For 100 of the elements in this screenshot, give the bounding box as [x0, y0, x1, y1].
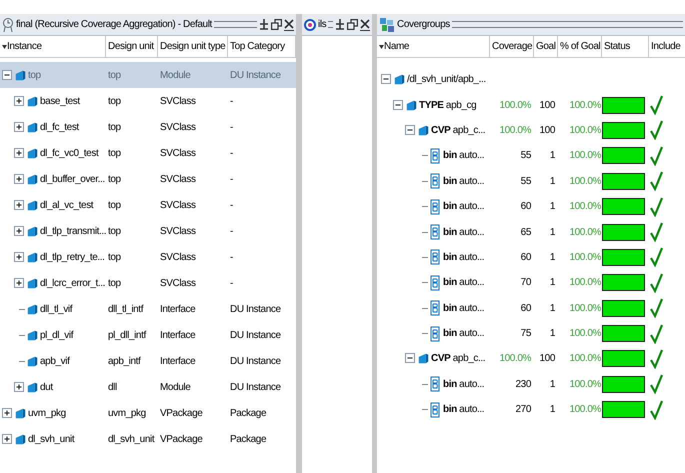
table-cell-text: 230 — [514, 378, 532, 392]
item-name: TYPE apb_cg — [419, 98, 476, 113]
column-header[interactable]: Status — [602, 36, 649, 57]
table-cell-text: - — [229, 198, 234, 212]
tree-row[interactable]: dl_fc_test top SVClass - — [0, 114, 296, 140]
table-cell-text: - — [229, 94, 234, 108]
column-header[interactable]: Design unit type — [158, 36, 228, 57]
instance-name: uvm_pkg — [28, 406, 66, 420]
item-name: bin auto... — [443, 226, 484, 240]
item-name: CVP apb_c... — [431, 124, 486, 138]
table-cell-text: DU Instance — [229, 302, 282, 316]
tree-row[interactable]: dl_buffer_over... top SVClass - — [0, 166, 296, 192]
table-cell-text: Interface — [159, 328, 196, 342]
table-cell-text: 100.0% — [568, 124, 602, 138]
table-cell-text: SVClass — [159, 172, 197, 186]
item-name: bin auto... — [443, 302, 484, 316]
table-cell-text: 60 — [520, 250, 532, 265]
panel-title: ils — [318, 18, 326, 32]
table-cell-text: 75 — [520, 327, 532, 342]
table-cell-text: top — [107, 146, 122, 160]
item-name: /dl_svh_unit/apb_... — [407, 73, 486, 88]
table-cell-text: apb_intf — [107, 354, 142, 368]
table-cell-text: SVClass — [159, 120, 197, 134]
table-cell-text: top — [107, 224, 122, 238]
table-cell-text: Module — [159, 68, 192, 82]
table-cell-text: 60 — [520, 302, 532, 316]
table-cell-text: - — [229, 250, 234, 264]
item-name: bin auto... — [443, 378, 484, 392]
instance-name: dl_fc_test — [40, 120, 79, 134]
column-header[interactable]: Coverage — [490, 36, 534, 57]
tree-row[interactable]: dut dll Module DU Instance — [0, 374, 296, 400]
table-cell-text: 100 — [538, 352, 556, 366]
tree-row[interactable]: dl_lcrc_error_t... top SVClass - — [0, 270, 296, 296]
table-cell-text: SVClass — [159, 276, 197, 290]
table-cell-text: - — [229, 172, 234, 186]
table-cell-text: DU Instance — [229, 380, 282, 394]
table-cell-text: - — [229, 120, 234, 134]
table-cell-text: top — [107, 198, 122, 212]
item-name: bin auto... — [443, 403, 484, 418]
item-name: bin auto... — [443, 250, 484, 265]
table-cell-text: Interface — [159, 354, 196, 368]
table-cell-text: dl_svh_unit — [107, 432, 156, 446]
column-header[interactable]: Design unit — [106, 36, 158, 57]
tree-row[interactable]: pl_dl_vif pl_dll_intf Interface DU Instance — [0, 322, 296, 348]
table-cell-text: 100.0% — [498, 124, 532, 138]
table-cell-text: 60 — [520, 200, 532, 214]
column-header[interactable]: Include — [649, 36, 685, 57]
tree-row[interactable]: dl_tlp_retry_te... top SVClass - — [0, 244, 296, 270]
column-header[interactable]: Name — [377, 36, 490, 57]
table-cell-text: SVClass — [159, 250, 197, 264]
table-cell-text: Package — [229, 406, 268, 420]
panel-title: final (Recursive Coverage Aggregation) - Default — [16, 18, 212, 32]
table-cell-text: - — [229, 276, 234, 290]
tree-row[interactable]: dl_svh_unit dl_svh_unit VPackage Package — [0, 426, 296, 452]
table-cell-text: top — [107, 120, 122, 134]
table-cell-text: SVClass — [159, 94, 197, 108]
table-cell-text: 65 — [520, 226, 532, 240]
tree-row[interactable]: dl_fc_vc0_test top SVClass - — [0, 140, 296, 166]
tree-row[interactable]: apb_vif apb_intf Interface DU Instance — [0, 348, 296, 374]
table-cell-text: Package — [229, 432, 268, 446]
table-cell-text: 1 — [548, 226, 556, 240]
item-name: bin auto... — [443, 149, 484, 164]
table-cell-text: SVClass — [159, 198, 197, 212]
table-cell-text: 100 — [538, 124, 556, 138]
column-header[interactable]: Instance — [0, 36, 106, 57]
tree-row[interactable]: dl_tlp_transmit... top SVClass - — [0, 218, 296, 244]
table-cell-text: 1 — [548, 200, 556, 214]
table-cell-text: 1 — [548, 276, 556, 290]
table-cell-text: VPackage — [159, 406, 204, 420]
table-cell-text: 270 — [514, 403, 532, 418]
item-name: bin auto... — [443, 276, 484, 290]
instance-name: dl_svh_unit — [28, 432, 74, 446]
tree-row[interactable]: uvm_pkg uvm_pkg VPackage Package — [0, 400, 296, 426]
tree-row[interactable]: top top Module DU Instance — [0, 62, 296, 88]
table-cell-text: 100.0% — [498, 98, 532, 113]
table-cell-text: dll_tl_intf — [107, 302, 144, 316]
table-cell-text: 100.0% — [568, 174, 602, 189]
table-cell-text: top — [107, 94, 122, 108]
item-name: bin auto... — [443, 327, 484, 342]
instance-name: dl_fc_vc0_test — [40, 146, 98, 160]
column-header[interactable]: % of Goal — [558, 36, 602, 57]
table-cell-text: 55 — [520, 149, 532, 164]
table-cell-text: 1 — [548, 403, 556, 418]
table-cell-text: DU Instance — [229, 328, 282, 342]
tree-row[interactable]: dl_al_vc_test top SVClass - — [0, 192, 296, 218]
column-header[interactable]: Goal — [534, 36, 558, 57]
table-cell-text: pl_dll_intf — [107, 328, 148, 342]
table-cell-text: 100.0% — [568, 352, 602, 366]
table-cell-text: SVClass — [159, 224, 197, 238]
table-cell-text: 100.0% — [568, 200, 602, 214]
table-cell-text: 1 — [548, 378, 556, 392]
instance-name: base_test — [40, 94, 80, 108]
table-cell-text: 1 — [548, 149, 556, 164]
table-cell-text: uvm_pkg — [107, 406, 147, 420]
tree-row[interactable]: dll_tl_vif dll_tl_intf Interface DU Instance — [0, 296, 296, 322]
tree-row[interactable]: base_test top SVClass - — [0, 88, 296, 114]
table-cell-text: 100.0% — [568, 226, 602, 240]
item-name: CVP apb_c... — [431, 352, 486, 366]
table-cell-text: DU Instance — [229, 354, 282, 368]
table-cell-text: 1 — [548, 174, 556, 189]
